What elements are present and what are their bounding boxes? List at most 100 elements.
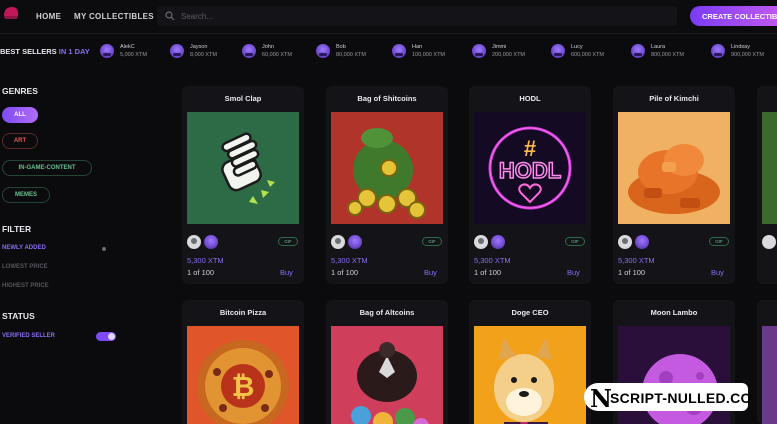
collectible-card[interactable]: Pile of Kimchi GIF 5,300 XTM 1 of 100 Bu… xyxy=(613,86,735,284)
creator-avatar[interactable] xyxy=(331,235,345,249)
coin-bag-icon xyxy=(331,112,443,224)
top-header: HOME MY COLLECTIBLES CREATE COLLECTIBLE xyxy=(0,0,777,34)
collectible-card[interactable]: HODL # HODL GIF 5,300 XTM 1 of 100 Buy xyxy=(469,86,591,284)
kimchi-pile-icon xyxy=(618,112,730,224)
genre-in-game-content-button[interactable]: IN-GAME-CONTENT xyxy=(2,160,92,176)
seller-name: Bob xyxy=(336,44,346,50)
card-image[interactable] xyxy=(762,326,777,424)
hodl-neon-sign: # HODL xyxy=(474,112,586,224)
seller-name: Jimmi xyxy=(492,44,507,50)
owner-avatar[interactable] xyxy=(635,235,649,249)
seller-amount: 100,000 XTM xyxy=(412,52,446,58)
card-edition-count: 1 of 100 xyxy=(187,268,215,277)
create-collectible-button[interactable]: CREATE COLLECTIBLE xyxy=(690,6,777,26)
seller-name: Lindsay xyxy=(731,44,750,50)
seller-avatar xyxy=(242,44,256,58)
creator-avatar[interactable] xyxy=(762,235,776,249)
filter-newly-added[interactable]: NEWLY ADDED xyxy=(2,245,46,251)
collectible-card[interactable]: Bag of Shitcoins GIF 5,300 XTM 1 of 100 … xyxy=(326,86,448,284)
owner-avatar[interactable] xyxy=(491,235,505,249)
seller-amount: 8,000 XTM xyxy=(190,52,217,58)
card-title: Pile of Kimchi xyxy=(649,94,699,103)
seller-amount: 900,000 XTM xyxy=(731,52,765,58)
best-sellers-label: BEST SELLERS xyxy=(0,47,57,56)
watermark-text: SCRIPT-NULLED.CO xyxy=(610,390,752,406)
nav-home-link[interactable]: HOME xyxy=(36,12,61,21)
seller-amount: 200,000 XTM xyxy=(492,52,526,58)
seller-avatar xyxy=(316,44,330,58)
best-sellers-title: BEST SELLERS IN 1 DAY xyxy=(0,47,90,56)
collectible-card[interactable]: Smol Clap GIF 5,300 XTM 1 of 100 Buy xyxy=(182,86,304,284)
card-image[interactable] xyxy=(762,112,777,224)
card-image[interactable]: ₿ xyxy=(187,326,299,424)
genre-art-button[interactable]: ART xyxy=(2,133,38,149)
seller-name: Jayson xyxy=(190,44,208,50)
search-input[interactable] xyxy=(181,6,661,26)
seller-avatar xyxy=(472,44,486,58)
seller-avatar xyxy=(392,44,406,58)
card-edition-count: 1 of 100 xyxy=(474,268,502,277)
seller-amount: 5,000 XTM xyxy=(120,52,147,58)
bitcoin-pizza-icon: ₿ xyxy=(187,326,299,424)
watermark-logo: N SCRIPT-NULLED.CO xyxy=(584,383,751,413)
card-image[interactable]: # HODL xyxy=(474,112,586,224)
verified-seller-toggle[interactable] xyxy=(96,332,116,341)
card-image[interactable] xyxy=(331,326,443,424)
seller-name: Laura xyxy=(651,44,666,50)
card-price: 5,300 XTM xyxy=(618,256,655,265)
card-image[interactable] xyxy=(474,326,586,424)
verified-seller-label: VERIFIED SELLER xyxy=(2,333,56,339)
collectible-card[interactable]: Doge CEO xyxy=(469,300,591,424)
card-title: Bag of Altcoins xyxy=(359,308,415,317)
seller-avatar xyxy=(631,44,645,58)
card-price: 5,300 XTM xyxy=(187,256,224,265)
watermark-letter: N xyxy=(590,384,612,413)
owner-avatar[interactable] xyxy=(204,235,218,249)
card-edition-count: 1 of 100 xyxy=(618,268,646,277)
filter-highest-price[interactable]: HIGHEST PRICE xyxy=(2,283,49,289)
card-image[interactable] xyxy=(331,112,443,224)
card-title: Smol Clap xyxy=(224,94,262,103)
selected-filter-indicator xyxy=(102,247,106,251)
creator-avatar[interactable] xyxy=(618,235,632,249)
card-title: Bitcoin Pizza xyxy=(219,308,267,317)
genre-all-button[interactable]: ALL xyxy=(2,107,38,123)
card-price: 5,300 XTM xyxy=(331,256,368,265)
clap-hand-icon xyxy=(187,112,299,224)
seller-name: Lucy xyxy=(571,44,583,50)
seller-avatar xyxy=(711,44,725,58)
card-title: Bag of Shitcoins xyxy=(357,94,417,103)
best-sellers-period: IN 1 DAY xyxy=(58,47,90,56)
card-image[interactable] xyxy=(187,112,299,224)
card-title: Moon Lambo xyxy=(650,308,698,317)
seller-name: John xyxy=(262,44,274,50)
logo-icon[interactable] xyxy=(2,4,20,22)
buy-link[interactable]: Buy xyxy=(424,268,437,277)
seller-name: AlekC xyxy=(120,44,135,50)
card-edition-count: 1 of 100 xyxy=(331,268,359,277)
collectible-card-partial[interactable] xyxy=(757,86,777,284)
card-price: 5,300 XTM xyxy=(474,256,511,265)
genres-heading: GENRES xyxy=(2,86,38,96)
creator-avatar[interactable] xyxy=(474,235,488,249)
hodl-word: HODL xyxy=(499,158,561,183)
card-image[interactable] xyxy=(618,112,730,224)
collectible-card[interactable]: Bitcoin Pizza ₿ xyxy=(182,300,304,424)
buy-link[interactable]: Buy xyxy=(280,268,293,277)
creator-avatar[interactable] xyxy=(187,235,201,249)
filter-lowest-price[interactable]: LOWEST PRICE xyxy=(2,264,48,270)
doge-ceo-icon xyxy=(474,326,586,424)
collectible-card-partial[interactable] xyxy=(757,300,777,424)
nav-my-collectibles-link[interactable]: MY COLLECTIBLES xyxy=(74,12,154,21)
seller-avatar xyxy=(551,44,565,58)
buy-link[interactable]: Buy xyxy=(711,268,724,277)
collectible-card[interactable]: Bag of Altcoins xyxy=(326,300,448,424)
seller-avatar xyxy=(170,44,184,58)
genre-memes-button[interactable]: MEMES xyxy=(2,187,50,203)
buy-link[interactable]: Buy xyxy=(567,268,580,277)
owner-avatar[interactable] xyxy=(348,235,362,249)
status-heading: STATUS xyxy=(2,311,35,321)
seller-avatar xyxy=(100,44,114,58)
card-title: HODL xyxy=(519,94,541,103)
gif-badge: GIF xyxy=(565,237,585,246)
